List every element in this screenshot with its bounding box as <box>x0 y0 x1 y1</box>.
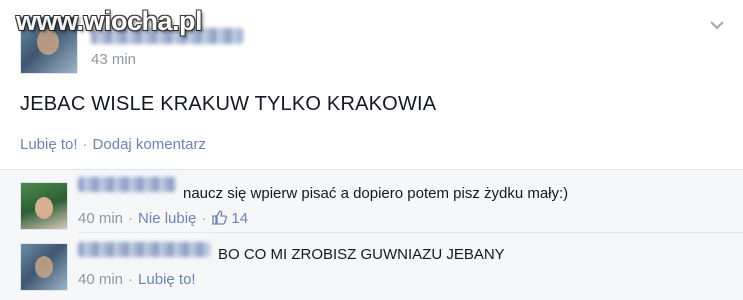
watermark: www.wiocha.pl <box>16 6 203 36</box>
chevron-down-icon[interactable] <box>705 12 729 36</box>
commenter-name-blurred[interactable] <box>78 242 210 257</box>
comment-avatar[interactable] <box>20 182 68 230</box>
comment-meta: 40 min · Nie lubię · 14 <box>78 209 248 227</box>
separator: · <box>82 136 88 153</box>
facebook-post: www.wiocha.pl 43 min JEBAC WISLE KRAKUW … <box>0 0 743 300</box>
unlike-button[interactable]: Nie lubię <box>138 210 196 227</box>
comment-timestamp[interactable]: 40 min <box>78 210 123 227</box>
commenter-name-blurred[interactable] <box>78 177 176 192</box>
like-button[interactable]: Lubię to! <box>138 271 196 288</box>
comment-text: BO CO MI ZROBISZ GUWNIAZU JEBANY <box>218 246 505 263</box>
comment-avatar[interactable] <box>20 243 68 291</box>
comment-text: naucz się wpierw pisać a dopiero potem p… <box>183 185 569 202</box>
post-actions: Lubię to! · Dodaj komentarz <box>20 136 206 153</box>
comment-meta: 40 min · Lubię to! <box>78 271 196 288</box>
thumbs-up-icon <box>211 209 228 225</box>
like-button[interactable]: Lubię to! <box>20 136 78 153</box>
separator: · <box>128 271 134 288</box>
like-count[interactable]: 14 <box>211 210 248 227</box>
add-comment-button[interactable]: Dodaj komentarz <box>93 136 206 153</box>
post-message: JEBAC WISLE KRAKUW TYLKO KRAKOWIA <box>20 93 437 115</box>
separator: · <box>128 210 134 227</box>
post-timestamp[interactable]: 43 min <box>91 51 136 68</box>
comment-divider <box>78 232 743 233</box>
comments-section: naucz się wpierw pisać a dopiero potem p… <box>0 170 743 300</box>
separator: · <box>201 210 207 227</box>
comment-timestamp[interactable]: 40 min <box>78 271 123 288</box>
